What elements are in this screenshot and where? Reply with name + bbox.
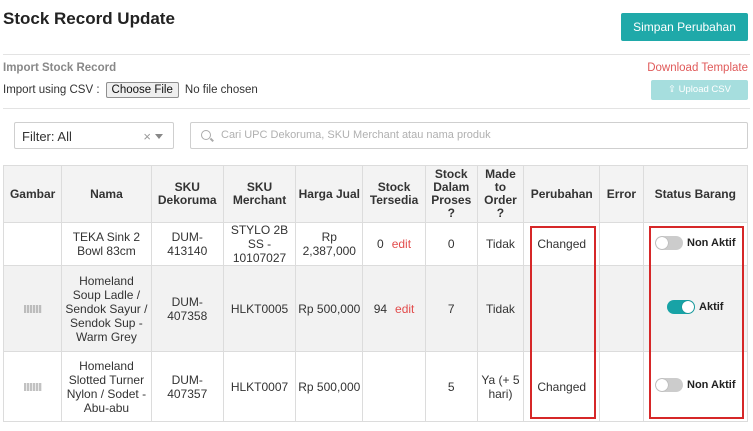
table-row: Homeland Soup Ladle / Sendok Sayur / Sen… — [2, 265, 749, 352]
table-header-row: Gambar Nama SKU Dekoruma SKU Merchant Ha… — [2, 165, 749, 223]
error — [599, 265, 644, 352]
status-toggle[interactable]: Non Aktif — [655, 378, 736, 392]
filter-value: Filter: All — [22, 129, 72, 144]
sku-merchant: STYLO 2B SS - 10107027 — [222, 222, 297, 266]
status-toggle[interactable]: Aktif — [667, 300, 723, 314]
toggle-switch[interactable] — [655, 235, 684, 250]
status-toggle[interactable]: Non Aktif — [655, 235, 736, 250]
col-sku-dekoruma: SKU Dekoruma — [150, 165, 224, 223]
sku-dekoruma: DUM-407357 — [150, 351, 224, 422]
csv-label: Import using CSV : — [3, 84, 100, 96]
upload-icon: ⇪ — [668, 84, 679, 95]
error — [599, 351, 644, 422]
status-filter-select[interactable]: Filter: All × — [14, 122, 174, 149]
import-section-title: Import Stock Record — [3, 62, 117, 74]
sku-dekoruma: DUM-413140 — [150, 222, 224, 266]
harga-jual: Rp 500,000 — [295, 265, 364, 352]
col-made-to-order: Made to Order ? — [476, 165, 525, 223]
col-harga-jual: Harga Jual — [295, 165, 364, 223]
toggle-switch[interactable] — [667, 300, 696, 314]
status-cell: Aktif — [642, 265, 749, 352]
stock-dalam-proses: 5 — [424, 351, 478, 422]
table-row: TEKA Sink 2 Bowl 83cm DUM-413140 STYLO 2… — [2, 222, 749, 266]
product-image-cell — [2, 351, 63, 422]
perubahan — [523, 265, 601, 352]
stock-dalam-proses: 7 — [424, 265, 478, 352]
product-image-cell — [2, 222, 63, 266]
choose-file-button[interactable]: Choose File — [105, 82, 179, 98]
stock-cell: 94 edit — [362, 265, 426, 352]
edit-stock-link[interactable]: edit — [392, 237, 411, 251]
product-name: Homeland Soup Ladle / Sendok Sayur / Sen… — [61, 265, 152, 352]
col-nama: Nama — [61, 165, 152, 223]
table-row: Homeland Slotted Turner Nylon / Sodet - … — [2, 351, 749, 422]
status-label: Non Aktif — [687, 236, 736, 249]
search-input[interactable]: Cari UPC Dekoruma, SKU Merchant atau nam… — [190, 122, 748, 149]
col-status-barang: Status Barang — [642, 165, 749, 223]
made-to-order: Ya (+ 5 hari) — [476, 351, 525, 422]
status-cell: Non Aktif — [642, 351, 749, 422]
status-label: Aktif — [699, 301, 724, 313]
download-template-link[interactable]: Download Template — [647, 62, 748, 74]
upload-csv-label: Upload CSV — [678, 84, 731, 95]
upload-csv-button[interactable]: ⇪ Upload CSV — [651, 80, 748, 100]
col-gambar: Gambar — [2, 165, 63, 223]
stock-table: Gambar Nama SKU Dekoruma SKU Merchant Ha… — [2, 165, 749, 422]
divider — [3, 54, 750, 55]
harga-jual: Rp 500,000 — [295, 351, 364, 422]
made-to-order: Tidak — [476, 265, 525, 352]
clear-filter-icon[interactable]: × — [143, 123, 151, 150]
stock-dalam-proses: 0 — [424, 222, 478, 266]
sku-merchant: HLKT0005 — [222, 265, 297, 352]
sku-merchant: HLKT0007 — [222, 351, 297, 422]
product-name: Homeland Slotted Turner Nylon / Sodet - … — [61, 351, 152, 422]
product-thumbnail[interactable] — [23, 382, 42, 391]
page-title: Stock Record Update — [3, 9, 175, 28]
col-error: Error — [599, 165, 644, 223]
made-to-order: Tidak — [476, 222, 525, 266]
stock-value: 94 — [373, 301, 388, 316]
search-icon — [201, 130, 211, 140]
search-placeholder: Cari UPC Dekoruma, SKU Merchant atau nam… — [221, 129, 491, 141]
stock-cell: 0 edit — [362, 222, 426, 266]
col-stock-tersedia: Stock Tersedia — [362, 165, 426, 223]
chevron-down-icon[interactable] — [155, 134, 163, 139]
status-cell: Non Aktif — [642, 222, 749, 266]
harga-jual: Rp 2,387,000 — [295, 222, 364, 266]
col-stock-dalam-proses: Stock Dalam Proses ? — [424, 165, 478, 223]
product-thumbnail[interactable] — [23, 304, 42, 313]
divider — [3, 108, 750, 109]
status-label: Non Aktif — [687, 379, 736, 391]
sku-dekoruma: DUM-407358 — [150, 265, 224, 352]
error — [599, 222, 644, 266]
save-changes-button[interactable]: Simpan Perubahan — [621, 13, 748, 41]
no-file-text: No file chosen — [184, 84, 258, 96]
perubahan: Changed — [523, 222, 601, 266]
col-sku-merchant: SKU Merchant — [222, 165, 297, 223]
csv-import-row: Import using CSV : Choose File No file c… — [3, 82, 258, 98]
toggle-switch[interactable] — [655, 378, 684, 392]
perubahan: Changed — [523, 351, 601, 422]
col-perubahan: Perubahan — [523, 165, 601, 223]
product-image-cell — [2, 265, 63, 352]
edit-stock-link[interactable]: edit — [395, 302, 414, 316]
stock-tersedia — [362, 351, 426, 422]
stock-value: 0 — [377, 237, 384, 251]
product-name: TEKA Sink 2 Bowl 83cm — [61, 222, 152, 266]
